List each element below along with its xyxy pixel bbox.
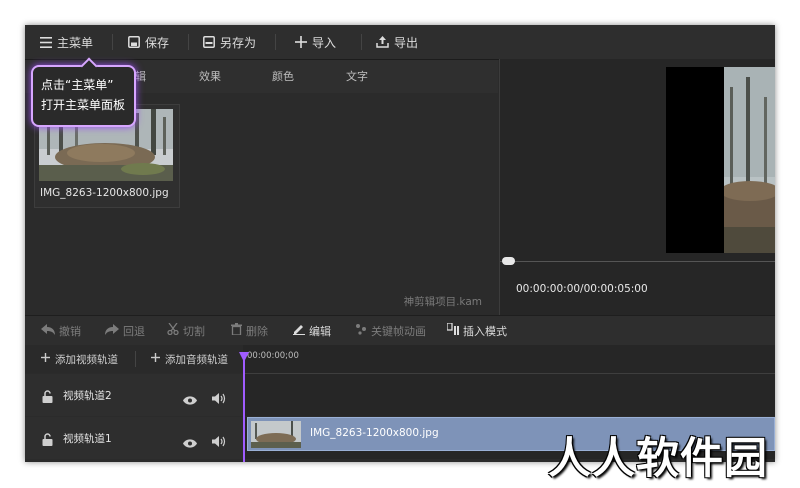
- track-row-video-2: 视频轨道2: [25, 374, 775, 416]
- clip-name: IMG_8263-1200x800.jpg: [310, 427, 439, 439]
- tab-effects[interactable]: 效果: [199, 60, 221, 93]
- pencil-icon: [293, 323, 305, 338]
- save-icon: [128, 36, 140, 48]
- toolbar-divider: [188, 34, 189, 50]
- video-editor-window: 主菜单 保存 另存为 导入 导出 辑 效果 颜色 文字 IMG_8263-120…: [25, 25, 775, 462]
- save-button[interactable]: 保存: [128, 25, 169, 59]
- tooltip-line-1: 点击“主菜单”: [41, 78, 114, 92]
- eye-icon[interactable]: [183, 390, 197, 409]
- add-video-track-label: 添加视频轨道: [55, 353, 118, 366]
- import-label: 导入: [312, 35, 337, 50]
- main-menu-button[interactable]: 主菜单: [40, 25, 93, 59]
- keyframe-animation-button[interactable]: 关键帧动画: [355, 316, 426, 345]
- export-icon: [376, 36, 389, 48]
- toolbar-divider: [275, 34, 276, 50]
- preview-panel: 00:00:00:00/00:00:05:00: [499, 59, 775, 315]
- keyframe-label: 关键帧动画: [371, 324, 426, 338]
- keyframe-icon: [355, 323, 367, 338]
- insert-mode-icon: [446, 322, 459, 338]
- unlock-icon[interactable]: [42, 388, 53, 407]
- track-name: 视频轨道1: [63, 432, 112, 445]
- eye-icon[interactable]: [183, 433, 197, 452]
- export-button[interactable]: 导出: [376, 25, 418, 59]
- redo-icon: [105, 323, 119, 338]
- clip-thumbnail: [251, 421, 301, 448]
- save-as-label: 另存为: [220, 35, 257, 50]
- preview-progress-handle[interactable]: [502, 257, 515, 265]
- track-name: 视频轨道2: [63, 389, 112, 402]
- main-menu-tooltip: 点击“主菜单” 打开主菜单面板: [31, 65, 136, 127]
- insert-mode-button[interactable]: 插入模式: [446, 316, 507, 345]
- cut-button[interactable]: 切割: [167, 316, 205, 345]
- timeline-ruler[interactable]: 00:00:00;00: [243, 345, 775, 374]
- undo-icon: [41, 323, 55, 338]
- edit-label: 编辑: [309, 324, 331, 338]
- playhead-handle[interactable]: [239, 352, 249, 362]
- playhead-line[interactable]: [243, 354, 245, 462]
- timeline-divider: [135, 351, 136, 367]
- top-toolbar: 主菜单 保存 另存为 导入 导出: [25, 25, 775, 60]
- preview-timecode: 00:00:00:00/00:00:05:00: [516, 283, 648, 295]
- watermark: 人人软件园: [548, 434, 768, 484]
- redo-button[interactable]: 回退: [105, 316, 145, 345]
- add-video-track-button[interactable]: 添加视频轨道: [41, 345, 118, 373]
- add-audio-track-button[interactable]: 添加音频轨道: [151, 345, 228, 373]
- toolbar-divider: [112, 34, 113, 50]
- trash-icon: [231, 323, 242, 338]
- volume-icon[interactable]: [212, 389, 226, 408]
- plus-icon: [295, 36, 307, 48]
- toolbar-divider: [361, 34, 362, 50]
- tab-edit-partial[interactable]: 辑: [135, 60, 146, 93]
- track-header: 视频轨道2: [25, 374, 243, 416]
- unlock-icon[interactable]: [42, 431, 53, 450]
- save-as-icon: [203, 36, 215, 48]
- track-lane[interactable]: [243, 374, 775, 416]
- save-as-button[interactable]: 另存为: [203, 25, 256, 59]
- main-menu-label: 主菜单: [57, 35, 94, 50]
- edit-button[interactable]: 编辑: [293, 316, 331, 345]
- save-label: 保存: [145, 35, 170, 50]
- import-button[interactable]: 导入: [295, 25, 336, 59]
- redo-label: 回退: [123, 324, 145, 338]
- cut-label: 切割: [183, 324, 205, 338]
- preview-progress-track[interactable]: [500, 261, 775, 262]
- media-file-name: IMG_8263-1200x800.jpg: [40, 187, 169, 199]
- preview-image: [724, 67, 775, 253]
- insert-mode-label: 插入模式: [463, 324, 507, 338]
- edit-toolbar: 撤销 回退 切割 删除 编辑 关键帧动画 插入模式: [25, 315, 775, 345]
- undo-button[interactable]: 撤销: [41, 316, 81, 345]
- preview-frame: [666, 67, 775, 253]
- plus-icon: [151, 353, 160, 365]
- tooltip-line-2: 打开主菜单面板: [41, 98, 126, 112]
- volume-icon[interactable]: [212, 432, 226, 451]
- tab-text[interactable]: 文字: [346, 60, 368, 93]
- track-header: 视频轨道1: [25, 417, 243, 459]
- delete-button[interactable]: 删除: [231, 316, 268, 345]
- plus-icon: [41, 353, 50, 365]
- menu-icon: [40, 36, 52, 48]
- delete-label: 删除: [246, 324, 268, 338]
- tab-color[interactable]: 颜色: [272, 60, 294, 93]
- export-label: 导出: [394, 35, 419, 50]
- ruler-start-time: 00:00:00;00: [247, 351, 299, 361]
- scissors-icon: [167, 322, 179, 338]
- add-audio-track-label: 添加音频轨道: [165, 353, 228, 366]
- project-name: 神剪辑项目.kam: [403, 296, 482, 308]
- undo-label: 撤销: [59, 324, 81, 338]
